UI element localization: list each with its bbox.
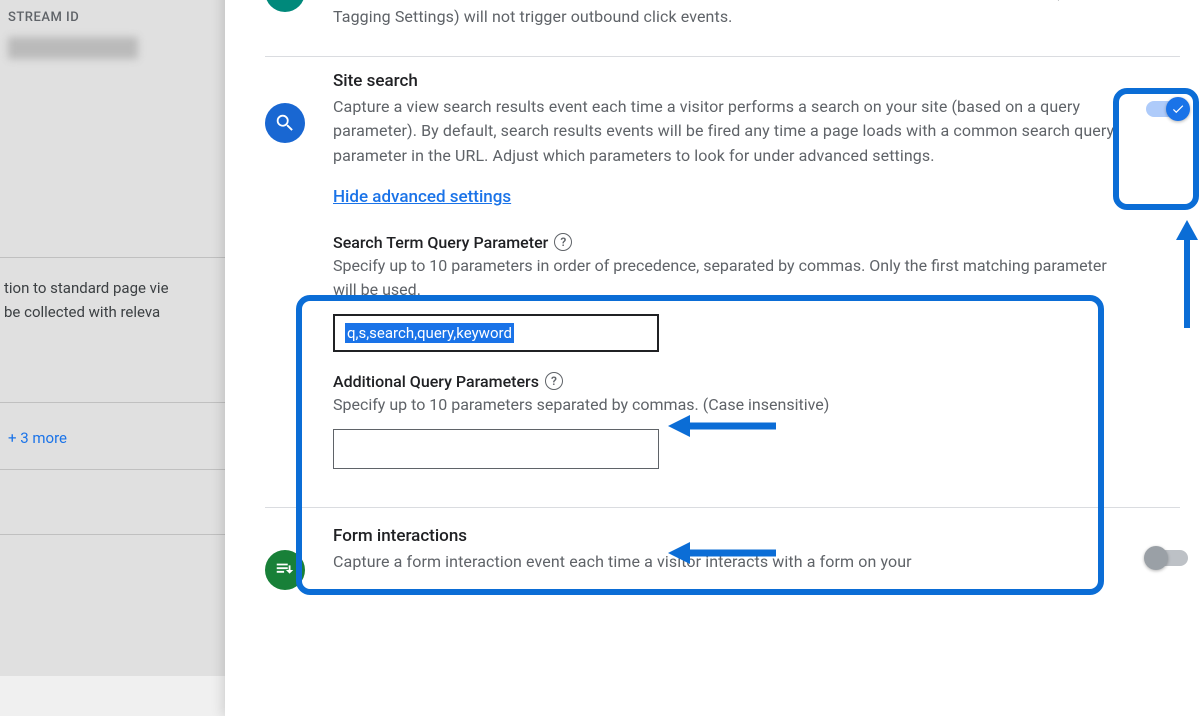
site-search-title: Site search	[333, 71, 1120, 91]
form-title: Form interactions	[333, 526, 1120, 546]
additional-param-label-text: Additional Query Parameters	[333, 372, 539, 391]
site-search-toggle[interactable]	[1146, 101, 1188, 117]
outbound-icon	[265, 0, 305, 12]
form-toggle[interactable]	[1146, 550, 1188, 566]
site-search-section: Site search Capture a view search result…	[265, 57, 1180, 508]
settings-panel: leading away from the current domain. Li…	[225, 0, 1200, 716]
more-link[interactable]: + 3 more	[0, 421, 225, 455]
form-interactions-section: Form interactions Capture a form interac…	[265, 508, 1180, 612]
site-search-description: Capture a view search results event each…	[333, 95, 1120, 169]
additional-param-input[interactable]	[333, 429, 659, 469]
search-param-label-text: Search Term Query Parameter	[333, 233, 548, 252]
help-icon[interactable]: ?	[545, 372, 563, 390]
form-description: Capture a form interaction event each ti…	[333, 550, 1120, 575]
background-panel: STREAM ID tion to standard page vie be c…	[0, 0, 225, 676]
search-icon	[265, 103, 305, 143]
check-icon	[1171, 102, 1185, 116]
bg-text-1: tion to standard page vie	[0, 276, 225, 300]
additional-param-label: Additional Query Parameters ?	[333, 372, 1120, 391]
additional-param-description: Specify up to 10 parameters separated by…	[333, 393, 1120, 417]
stream-id-label: STREAM ID	[0, 10, 225, 25]
blurred-value	[8, 37, 138, 59]
advanced-settings-block: Search Term Query Parameter ? Specify up…	[333, 217, 1120, 473]
help-icon[interactable]: ?	[554, 233, 572, 251]
search-param-label: Search Term Query Parameter ?	[333, 233, 1120, 252]
search-param-description: Specify up to 10 parameters in order of …	[333, 254, 1120, 302]
search-param-value: q,s,search,query,keyword	[345, 323, 514, 343]
form-icon	[265, 550, 305, 590]
search-param-input[interactable]: q,s,search,query,keyword	[333, 314, 659, 352]
hide-advanced-link[interactable]: Hide advanced settings	[333, 187, 511, 207]
bg-text-2: be collected with releva	[0, 300, 225, 324]
outbound-section: leading away from the current domain. Li…	[265, 0, 1180, 57]
outbound-description: leading away from the current domain. Li…	[333, 0, 1120, 30]
